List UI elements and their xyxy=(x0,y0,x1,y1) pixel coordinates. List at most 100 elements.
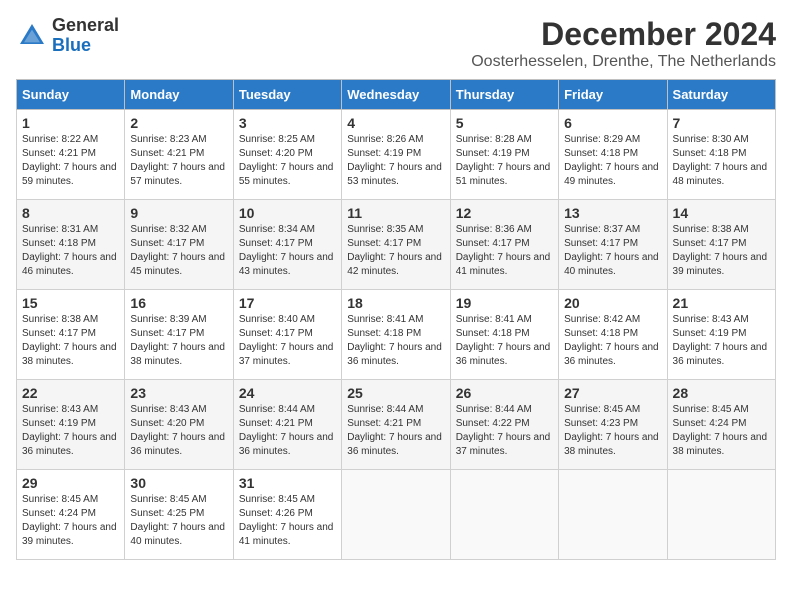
day-info: Sunrise: 8:45 AMSunset: 4:24 PMDaylight:… xyxy=(673,403,770,459)
day-info: Sunrise: 8:42 AMSunset: 4:18 PMDaylight:… xyxy=(564,313,661,369)
day-number: 10 xyxy=(239,205,336,221)
day-info: Sunrise: 8:45 AMSunset: 4:23 PMDaylight:… xyxy=(564,403,661,459)
day-info: Sunrise: 8:43 AMSunset: 4:20 PMDaylight:… xyxy=(130,403,227,459)
calendar-cell: 22 Sunrise: 8:43 AMSunset: 4:19 PMDayligh… xyxy=(17,380,125,470)
day-info: Sunrise: 8:22 AMSunset: 4:21 PMDaylight:… xyxy=(22,133,119,189)
day-number: 28 xyxy=(673,385,770,401)
day-number: 5 xyxy=(456,115,553,131)
calendar-cell: 29 Sunrise: 8:45 AMSunset: 4:24 PMDayligh… xyxy=(17,470,125,560)
day-number: 2 xyxy=(130,115,227,131)
calendar-cell xyxy=(667,470,775,560)
day-number: 18 xyxy=(347,295,444,311)
day-info: Sunrise: 8:38 AMSunset: 4:17 PMDaylight:… xyxy=(22,313,119,369)
day-info: Sunrise: 8:44 AMSunset: 4:21 PMDaylight:… xyxy=(239,403,336,459)
day-number: 21 xyxy=(673,295,770,311)
day-info: Sunrise: 8:26 AMSunset: 4:19 PMDaylight:… xyxy=(347,133,444,189)
calendar-cell: 13Sunrise: 8:37 AMSunset: 4:17 PMDayligh… xyxy=(559,200,667,290)
day-number: 9 xyxy=(130,205,227,221)
calendar-cell: 14 Sunrise: 8:38 AMSunset: 4:17 PMDayligh… xyxy=(667,200,775,290)
day-info: Sunrise: 8:30 AMSunset: 4:18 PMDaylight:… xyxy=(673,133,770,189)
day-number: 29 xyxy=(22,475,119,491)
calendar-cell: 6 Sunrise: 8:29 AMSunset: 4:18 PMDaylight… xyxy=(559,110,667,200)
calendar-cell: 31 Sunrise: 8:45 AMSunset: 4:26 PMDayligh… xyxy=(233,470,341,560)
header-day-wednesday: Wednesday xyxy=(342,80,450,110)
month-title: December 2024 xyxy=(471,16,776,53)
calendar-table: SundayMondayTuesdayWednesdayThursdayFrid… xyxy=(16,79,776,560)
header-day-monday: Monday xyxy=(125,80,233,110)
calendar-cell: 1Sunrise: 8:22 AMSunset: 4:21 PMDaylight… xyxy=(17,110,125,200)
calendar-cell: 9Sunrise: 8:32 AMSunset: 4:17 PMDaylight… xyxy=(125,200,233,290)
day-number: 19 xyxy=(456,295,553,311)
day-info: Sunrise: 8:29 AMSunset: 4:18 PMDaylight:… xyxy=(564,133,661,189)
day-info: Sunrise: 8:44 AMSunset: 4:22 PMDaylight:… xyxy=(456,403,553,459)
day-number: 3 xyxy=(239,115,336,131)
day-info: Sunrise: 8:41 AMSunset: 4:18 PMDaylight:… xyxy=(456,313,553,369)
day-info: Sunrise: 8:31 AMSunset: 4:18 PMDaylight:… xyxy=(22,223,119,279)
day-number: 17 xyxy=(239,295,336,311)
header-day-tuesday: Tuesday xyxy=(233,80,341,110)
day-info: Sunrise: 8:36 AMSunset: 4:17 PMDaylight:… xyxy=(456,223,553,279)
calendar-cell: 11 Sunrise: 8:35 AMSunset: 4:17 PMDayligh… xyxy=(342,200,450,290)
calendar-cell: 21 Sunrise: 8:43 AMSunset: 4:19 PMDayligh… xyxy=(667,290,775,380)
day-number: 14 xyxy=(673,205,770,221)
day-info: Sunrise: 8:35 AMSunset: 4:17 PMDaylight:… xyxy=(347,223,444,279)
day-number: 8 xyxy=(22,205,119,221)
day-info: Sunrise: 8:41 AMSunset: 4:18 PMDaylight:… xyxy=(347,313,444,369)
calendar-cell: 16 Sunrise: 8:39 AMSunset: 4:17 PMDayligh… xyxy=(125,290,233,380)
calendar-cell: 4 Sunrise: 8:26 AMSunset: 4:19 PMDaylight… xyxy=(342,110,450,200)
day-info: Sunrise: 8:43 AMSunset: 4:19 PMDaylight:… xyxy=(22,403,119,459)
day-number: 4 xyxy=(347,115,444,131)
header-day-saturday: Saturday xyxy=(667,80,775,110)
day-info: Sunrise: 8:43 AMSunset: 4:19 PMDaylight:… xyxy=(673,313,770,369)
day-number: 20 xyxy=(564,295,661,311)
day-info: Sunrise: 8:23 AMSunset: 4:21 PMDaylight:… xyxy=(130,133,227,189)
calendar-week-row: 15Sunrise: 8:38 AMSunset: 4:17 PMDayligh… xyxy=(17,290,776,380)
location-subtitle: Oosterhesselen, Drenthe, The Netherlands xyxy=(471,53,776,71)
day-info: Sunrise: 8:45 AMSunset: 4:25 PMDaylight:… xyxy=(130,493,227,549)
day-info: Sunrise: 8:45 AMSunset: 4:26 PMDaylight:… xyxy=(239,493,336,549)
calendar-week-row: 22 Sunrise: 8:43 AMSunset: 4:19 PMDayligh… xyxy=(17,380,776,470)
calendar-header-row: SundayMondayTuesdayWednesdayThursdayFrid… xyxy=(17,80,776,110)
day-number: 27 xyxy=(564,385,661,401)
title-section: December 2024 Oosterhesselen, Drenthe, T… xyxy=(471,16,776,71)
day-number: 26 xyxy=(456,385,553,401)
logo-blue: Blue xyxy=(52,35,91,55)
logo-icon xyxy=(16,20,48,52)
calendar-cell: 5Sunrise: 8:28 AMSunset: 4:19 PMDaylight… xyxy=(450,110,558,200)
calendar-cell: 18 Sunrise: 8:41 AMSunset: 4:18 PMDayligh… xyxy=(342,290,450,380)
calendar-cell: 26 Sunrise: 8:44 AMSunset: 4:22 PMDayligh… xyxy=(450,380,558,470)
calendar-cell xyxy=(342,470,450,560)
day-number: 22 xyxy=(22,385,119,401)
calendar-cell xyxy=(450,470,558,560)
calendar-week-row: 29 Sunrise: 8:45 AMSunset: 4:24 PMDayligh… xyxy=(17,470,776,560)
calendar-cell: 20 Sunrise: 8:42 AMSunset: 4:18 PMDayligh… xyxy=(559,290,667,380)
calendar-cell: 23 Sunrise: 8:43 AMSunset: 4:20 PMDayligh… xyxy=(125,380,233,470)
day-info: Sunrise: 8:37 AMSunset: 4:17 PMDaylight:… xyxy=(564,223,661,279)
calendar-cell: 2 Sunrise: 8:23 AMSunset: 4:21 PMDaylight… xyxy=(125,110,233,200)
day-info: Sunrise: 8:45 AMSunset: 4:24 PMDaylight:… xyxy=(22,493,119,549)
header-day-friday: Friday xyxy=(559,80,667,110)
day-number: 12 xyxy=(456,205,553,221)
calendar-cell: 30 Sunrise: 8:45 AMSunset: 4:25 PMDayligh… xyxy=(125,470,233,560)
day-info: Sunrise: 8:39 AMSunset: 4:17 PMDaylight:… xyxy=(130,313,227,369)
header-day-sunday: Sunday xyxy=(17,80,125,110)
day-number: 6 xyxy=(564,115,661,131)
day-number: 23 xyxy=(130,385,227,401)
logo-general: General xyxy=(52,15,119,35)
day-number: 30 xyxy=(130,475,227,491)
calendar-cell: 17 Sunrise: 8:40 AMSunset: 4:17 PMDayligh… xyxy=(233,290,341,380)
calendar-week-row: 1Sunrise: 8:22 AMSunset: 4:21 PMDaylight… xyxy=(17,110,776,200)
logo-text: General Blue xyxy=(52,16,119,56)
day-number: 11 xyxy=(347,205,444,221)
calendar-week-row: 8 Sunrise: 8:31 AMSunset: 4:18 PMDaylight… xyxy=(17,200,776,290)
day-info: Sunrise: 8:38 AMSunset: 4:17 PMDaylight:… xyxy=(673,223,770,279)
day-number: 24 xyxy=(239,385,336,401)
calendar-cell: 19 Sunrise: 8:41 AMSunset: 4:18 PMDayligh… xyxy=(450,290,558,380)
calendar-cell: 3Sunrise: 8:25 AMSunset: 4:20 PMDaylight… xyxy=(233,110,341,200)
calendar-cell: 12 Sunrise: 8:36 AMSunset: 4:17 PMDayligh… xyxy=(450,200,558,290)
calendar-cell: 24 Sunrise: 8:44 AMSunset: 4:21 PMDayligh… xyxy=(233,380,341,470)
day-number: 31 xyxy=(239,475,336,491)
day-number: 16 xyxy=(130,295,227,311)
day-info: Sunrise: 8:34 AMSunset: 4:17 PMDaylight:… xyxy=(239,223,336,279)
day-info: Sunrise: 8:40 AMSunset: 4:17 PMDaylight:… xyxy=(239,313,336,369)
